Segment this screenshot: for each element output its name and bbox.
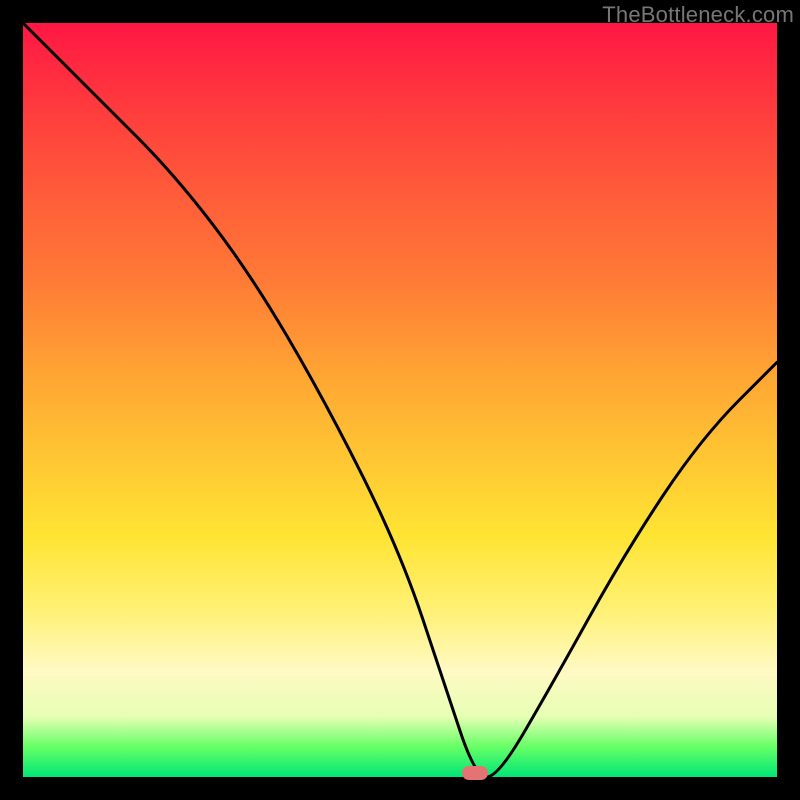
optimal-point-marker: [462, 766, 488, 780]
watermark-text: TheBottleneck.com: [602, 2, 794, 28]
plot-area: [23, 23, 777, 777]
bottleneck-curve: [23, 23, 777, 777]
chart-frame: TheBottleneck.com: [0, 0, 800, 800]
